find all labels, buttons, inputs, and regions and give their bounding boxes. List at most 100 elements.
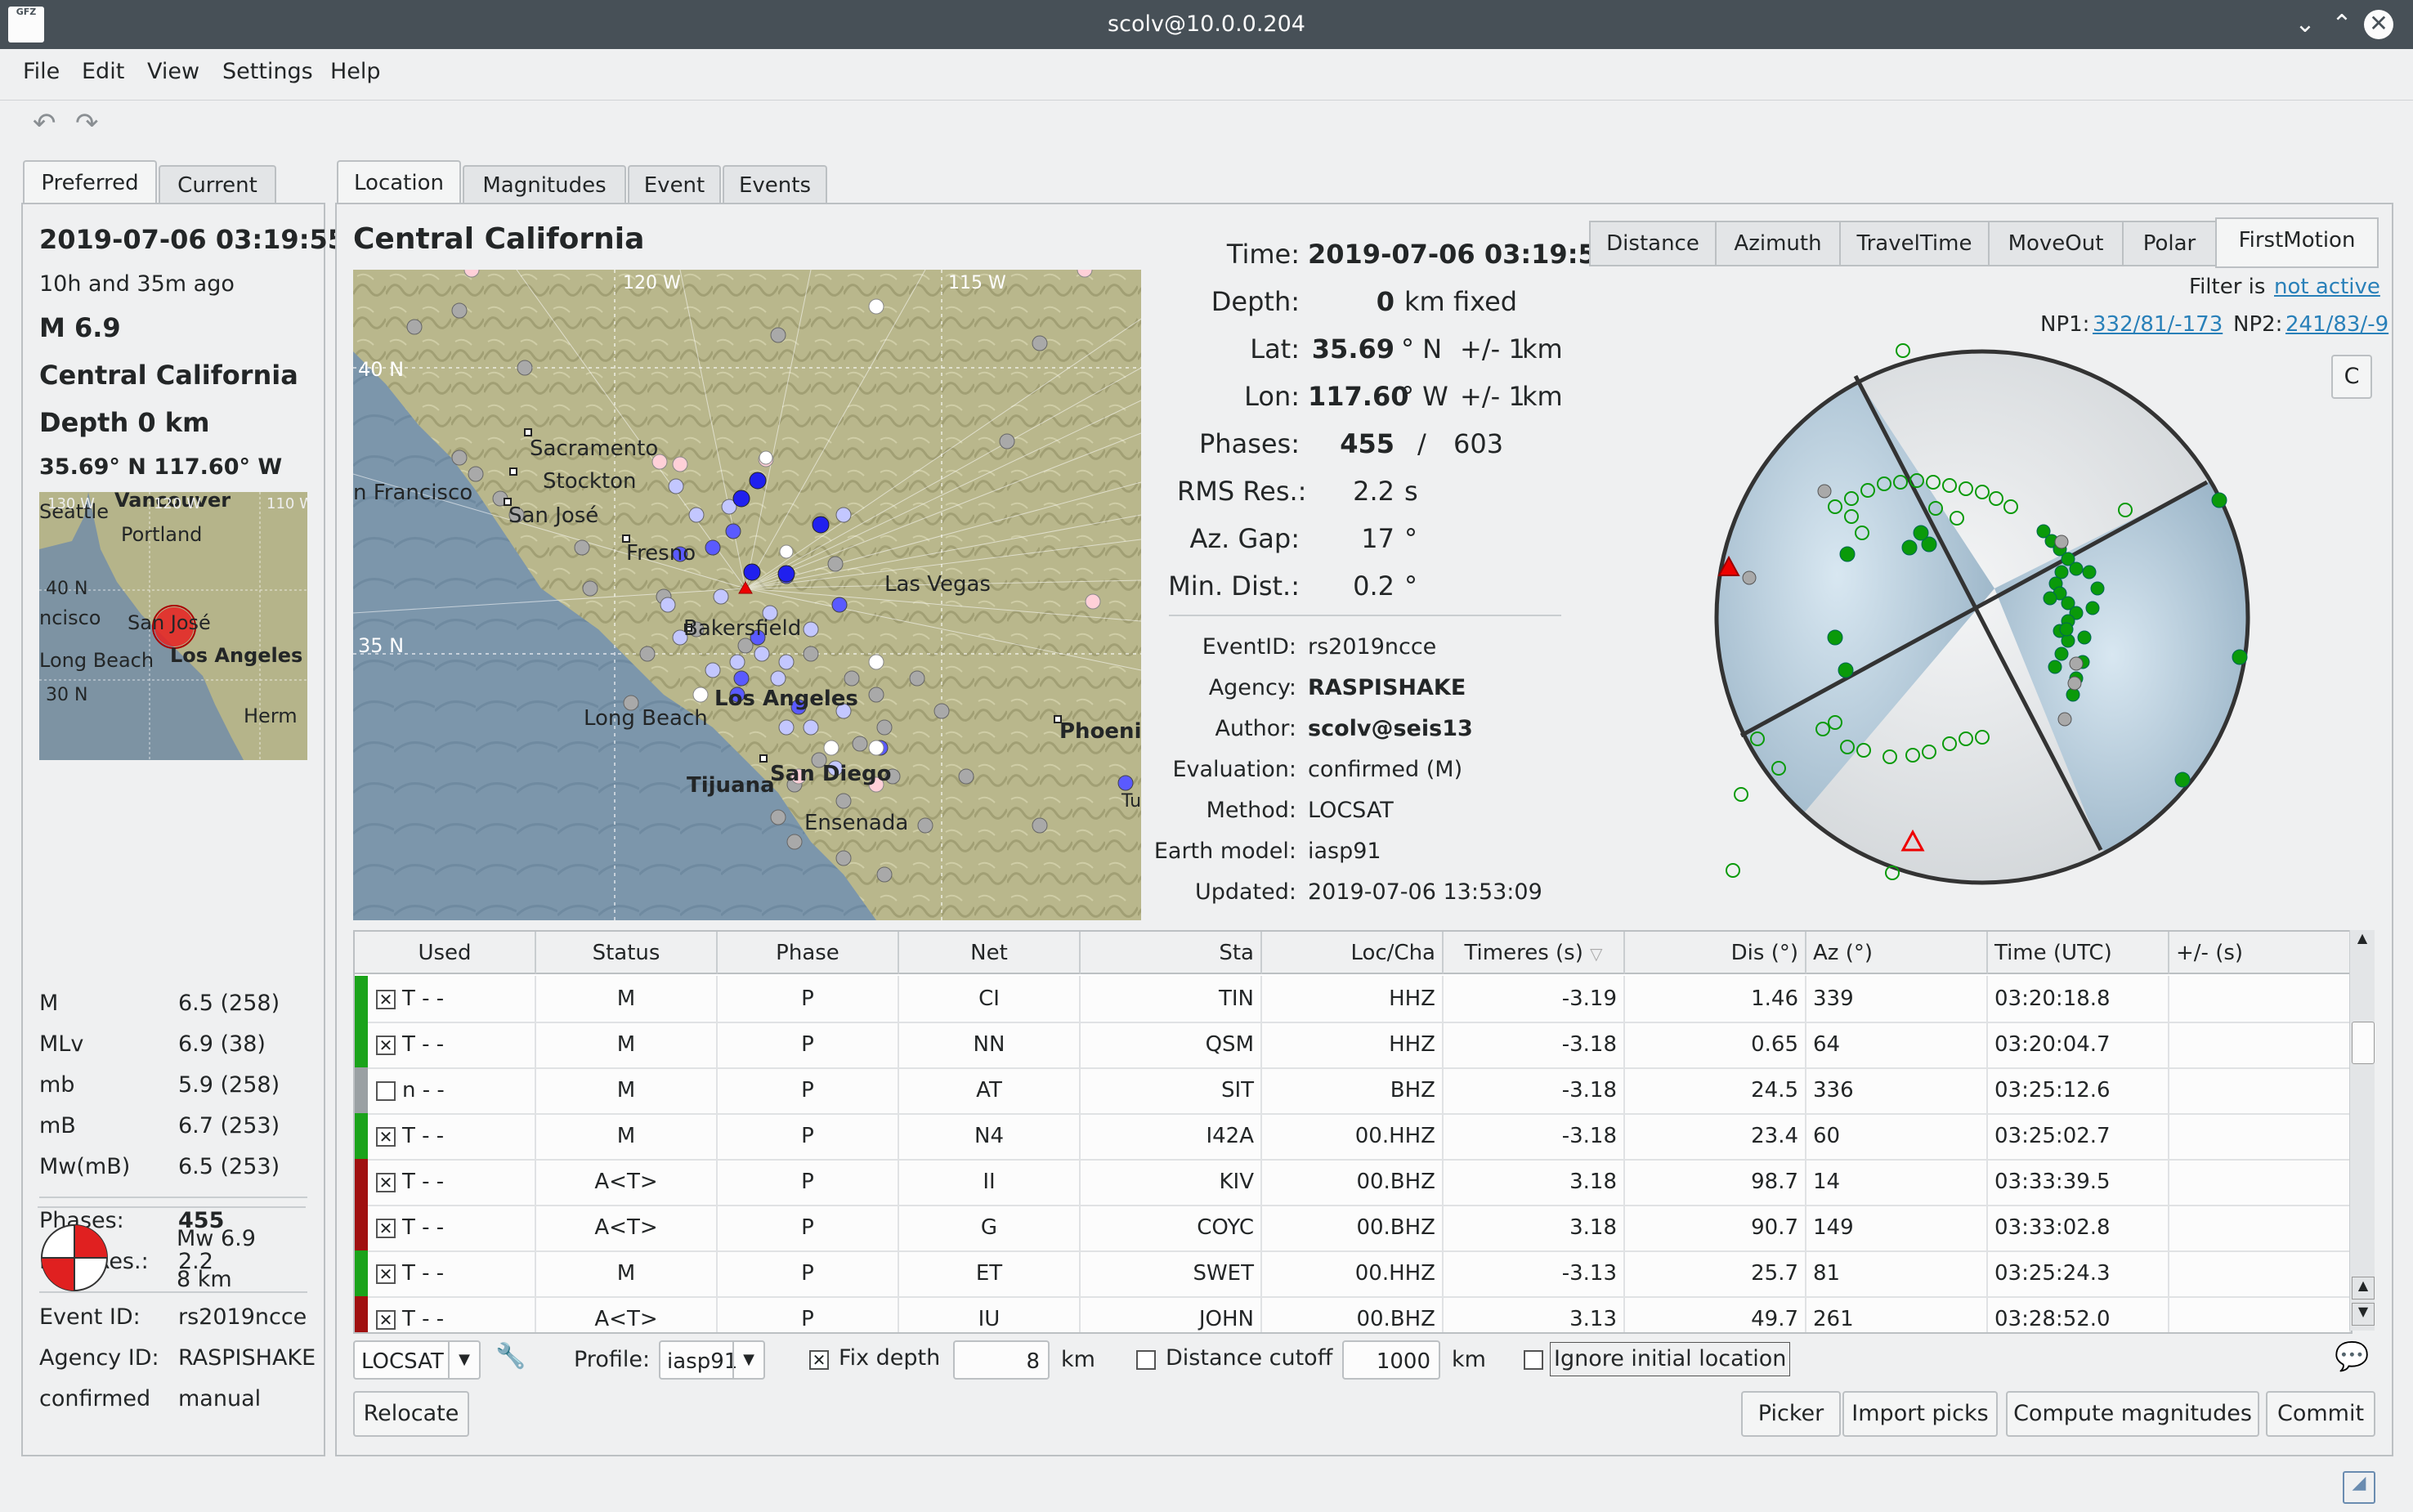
- scroll-up-icon[interactable]: ▲: [2352, 930, 2373, 951]
- tab-preferred[interactable]: Preferred: [23, 160, 157, 204]
- resize-grip-icon[interactable]: ◢: [2343, 1471, 2375, 1504]
- maximize-icon[interactable]: ⌃: [2326, 8, 2358, 41]
- cell-status: M: [536, 1250, 718, 1296]
- used-checkbox[interactable]: ✕: [376, 1172, 396, 1192]
- col-phase[interactable]: Phase: [718, 932, 899, 974]
- col-sta[interactable]: Sta: [1081, 932, 1262, 974]
- used-checkbox[interactable]: ✕: [376, 1264, 396, 1284]
- redo-icon[interactable]: ↷: [75, 107, 99, 140]
- menu-settings[interactable]: Settings: [222, 59, 313, 84]
- col-status[interactable]: Status: [536, 932, 718, 974]
- menu-help[interactable]: Help: [330, 59, 381, 84]
- moment-magnitude: Mw 6.9: [177, 1226, 256, 1251]
- tab-events[interactable]: Events: [723, 165, 827, 204]
- chat-bubble-icon[interactable]: 💬: [2335, 1340, 2369, 1373]
- used-checkbox[interactable]: ✕: [376, 1309, 396, 1330]
- col-net[interactable]: Net: [899, 932, 1081, 974]
- menu-edit[interactable]: Edit: [82, 59, 124, 84]
- info-lat-label: Lat:: [1250, 333, 1300, 365]
- import-picks-button[interactable]: Import picks: [1842, 1391, 1998, 1437]
- used-checkbox[interactable]: ✕: [376, 1126, 396, 1147]
- mag-value-3: 6.7 (253): [178, 1113, 280, 1138]
- cell-used: ✕ T - -: [355, 1022, 536, 1067]
- location-map[interactable]: Sacramento Stockton n Francisco San José…: [353, 270, 1141, 920]
- table-scrollbar[interactable]: ▲ ▲ ▼: [2349, 930, 2375, 1331]
- scroll-down-icon[interactable]: ▼: [2352, 1303, 2375, 1326]
- close-icon[interactable]: ✕: [2364, 10, 2393, 39]
- cell-unc: [2169, 1113, 2351, 1159]
- table-row[interactable]: ✕ T - - A<T> P G COYC 00.BHZ 3.18 90.7 149 03:33:0…: [355, 1205, 2351, 1252]
- col-time[interactable]: Time (UTC): [1988, 932, 2169, 974]
- table-row[interactable]: ✕ T - - M P NN QSM HHZ -3.18 0.65 64 03:20:04.7: [355, 1022, 2351, 1069]
- info-rms-label: RMS Res.:: [1177, 476, 1307, 507]
- map-label-longbeach: Long Beach: [584, 706, 708, 731]
- col-uncertainty[interactable]: +/- (s): [2169, 932, 2351, 974]
- info-phases-label: Phases:: [1199, 428, 1300, 459]
- cell-sta: QSM: [1081, 1022, 1262, 1067]
- tab-firstmotion[interactable]: FirstMotion: [2215, 217, 2379, 268]
- meta-method-label: Method:: [1206, 798, 1296, 823]
- menu-file[interactable]: File: [23, 59, 60, 84]
- cell-res: -3.18: [1444, 1067, 1625, 1113]
- col-dis[interactable]: Dis (°): [1625, 932, 1806, 974]
- np1-link[interactable]: 332/81/-173: [2093, 312, 2223, 337]
- undo-icon[interactable]: ↶: [33, 107, 56, 140]
- depth-input[interactable]: 8: [953, 1340, 1050, 1380]
- tab-polar[interactable]: Polar: [2122, 221, 2217, 266]
- table-row[interactable]: n - - M P AT SIT BHZ -3.18 24.5 336 03:25:12.6: [355, 1067, 2351, 1115]
- minimize-icon[interactable]: ⌄: [2289, 8, 2321, 41]
- cell-phase: P: [718, 1067, 899, 1113]
- tab-moveout[interactable]: MoveOut: [1988, 221, 2124, 266]
- meta-agency-label: Agency:: [1208, 675, 1296, 700]
- table-row[interactable]: ✕ T - - A<T> P IU JOHN 00.BHZ 3.13 49.7 261 03:28:…: [355, 1296, 2351, 1332]
- tab-event[interactable]: Event: [628, 165, 721, 204]
- info-lat-error: +/- 1: [1460, 333, 1525, 365]
- map-label-la: Los Angeles: [714, 687, 858, 711]
- fixdepth-checkbox[interactable]: ✕: [809, 1350, 829, 1370]
- table-row[interactable]: ✕ T - - M P N4 I42A 00.HHZ -3.18 23.4 60 03:25:02.…: [355, 1113, 2351, 1161]
- locator-select[interactable]: LOCSAT ▼: [353, 1340, 481, 1380]
- table-row[interactable]: ✕ T - - M P ET SWET 00.HHZ -3.13 25.7 81 03:25:24.…: [355, 1250, 2351, 1298]
- tab-current[interactable]: Current: [159, 165, 276, 204]
- col-used[interactable]: Used: [355, 932, 536, 974]
- tab-distance[interactable]: Distance: [1589, 221, 1717, 266]
- col-loccha[interactable]: Loc/Cha: [1262, 932, 1444, 974]
- meta-eventid-label: EventID:: [1202, 634, 1296, 660]
- col-timeres[interactable]: Timeres (s) ▽: [1444, 932, 1625, 974]
- tab-magnitudes[interactable]: Magnitudes: [463, 165, 626, 204]
- tab-azimuth[interactable]: Azimuth: [1715, 221, 1841, 266]
- firstmotion-plot[interactable]: [1708, 343, 2256, 891]
- used-checkbox[interactable]: [376, 1080, 396, 1101]
- corner-button[interactable]: C: [2331, 355, 2372, 399]
- relocate-button[interactable]: Relocate: [353, 1391, 469, 1437]
- wrench-icon[interactable]: 🔧: [495, 1342, 526, 1371]
- ignore-location-checkbox[interactable]: [1524, 1350, 1543, 1370]
- arrivals-table[interactable]: Used Status Phase Net Sta Loc/Cha Timere…: [353, 930, 2353, 1334]
- profile-select[interactable]: iasp91 ▼: [659, 1340, 765, 1380]
- col-az[interactable]: Az (°): [1806, 932, 1988, 974]
- table-row[interactable]: ✕ T - - M P CI TIN HHZ -3.19 1.46 339 03:20:18.8: [355, 976, 2351, 1023]
- np2-link[interactable]: 241/83/-9: [2285, 312, 2388, 337]
- cell-dis: 0.65: [1625, 1022, 1806, 1067]
- cell-net: CI: [899, 976, 1081, 1022]
- cell-net: ET: [899, 1250, 1081, 1296]
- compute-magnitudes-button[interactable]: Compute magnitudes: [2006, 1391, 2259, 1437]
- commit-button[interactable]: Commit: [2266, 1391, 2375, 1437]
- scroll-thumb[interactable]: [2352, 1022, 2375, 1064]
- used-checkbox[interactable]: ✕: [376, 1218, 396, 1238]
- picker-button[interactable]: Picker: [1741, 1391, 1841, 1437]
- menu-view[interactable]: View: [147, 59, 199, 84]
- cell-used: ✕ T - -: [355, 1159, 536, 1205]
- filter-link[interactable]: not active: [2274, 275, 2380, 299]
- overview-map[interactable]: Vancouver Seattle Portland 40 N ncisco S…: [39, 492, 307, 760]
- tab-location[interactable]: Location: [337, 160, 461, 204]
- table-row[interactable]: ✕ T - - A<T> P II KIV 00.BHZ 3.18 98.7 14 03:33:39…: [355, 1159, 2351, 1206]
- cutoff-input[interactable]: 1000: [1342, 1340, 1440, 1380]
- used-checkbox[interactable]: ✕: [376, 989, 396, 1009]
- tab-traveltime[interactable]: TravelTime: [1839, 221, 1990, 266]
- info-depth-fixed: fixed: [1453, 286, 1518, 317]
- locator-value: LOCSAT: [361, 1349, 444, 1374]
- scroll-up-small-icon[interactable]: ▲: [2352, 1277, 2375, 1300]
- used-checkbox[interactable]: ✕: [376, 1035, 396, 1055]
- distance-cutoff-checkbox[interactable]: [1136, 1350, 1156, 1370]
